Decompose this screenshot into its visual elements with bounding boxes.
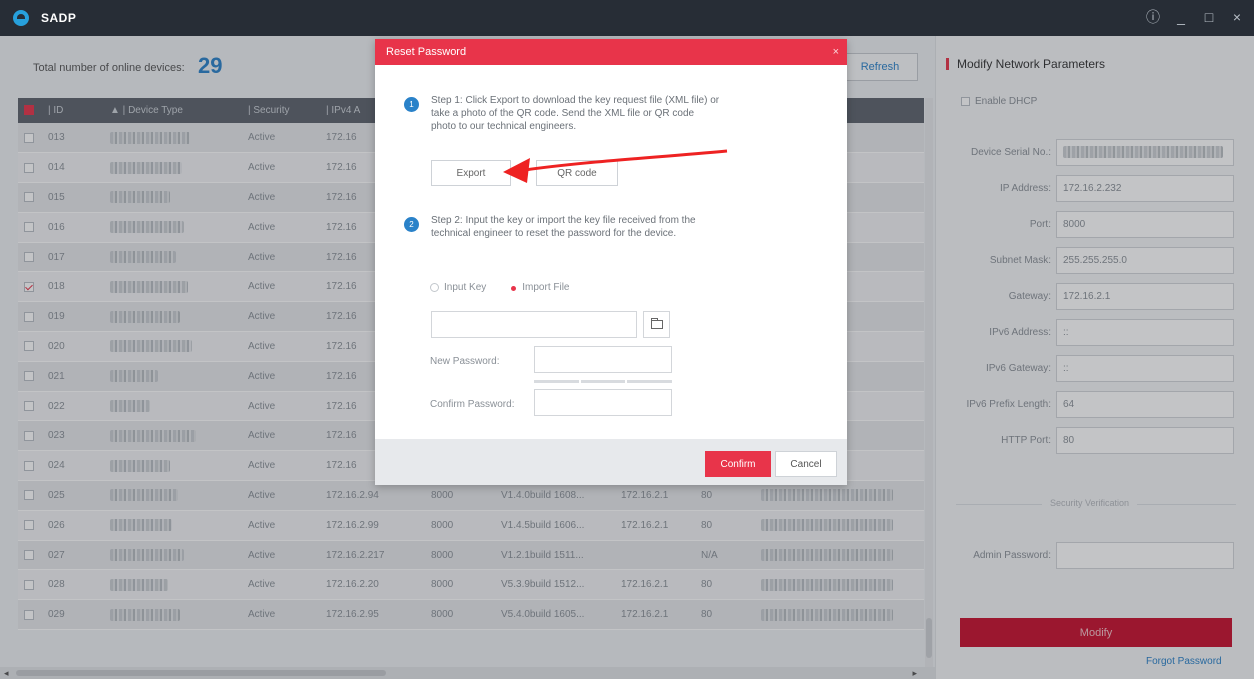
confirm-button[interactable]: Confirm [705, 451, 771, 477]
minimize-icon[interactable]: _ [1174, 9, 1188, 25]
sadp-logo-icon [13, 10, 29, 26]
dialog-header: Reset Password × [375, 39, 847, 65]
close-icon[interactable]: × [1230, 9, 1244, 25]
password-strength-bar [534, 380, 673, 383]
window-controls: ⓘ _ □ × [1146, 9, 1244, 25]
export-button[interactable]: Export [431, 160, 511, 186]
dialog-footer: Confirm Cancel [375, 439, 847, 485]
step1-text: Step 1: Click Export to download the key… [431, 95, 720, 132]
key-source-radio-group: Input Key Import File [430, 282, 570, 293]
confirm-password-input[interactable] [534, 389, 672, 416]
confirm-password-label: Confirm Password: [430, 399, 515, 410]
new-password-label: New Password: [430, 356, 500, 367]
new-password-input[interactable] [534, 346, 672, 373]
title-bar: SADP ⓘ _ □ × [0, 0, 1254, 36]
import-file-radio[interactable]: Import File [508, 282, 570, 293]
step2-text: Step 2: Input the key or import the key … [431, 215, 696, 239]
browse-file-button[interactable] [643, 311, 670, 338]
dialog-close-icon[interactable]: × [833, 39, 839, 65]
input-key-radio[interactable]: Input Key [430, 282, 486, 293]
qr-code-button[interactable]: QR code [536, 160, 618, 186]
cancel-button[interactable]: Cancel [775, 451, 837, 477]
dialog-title: Reset Password [386, 46, 467, 58]
reset-password-dialog: Reset Password × 1 Step 1: Click Export … [375, 39, 847, 485]
app-title: SADP [41, 11, 77, 25]
step1-badge: 1 [404, 97, 419, 112]
step2-badge: 2 [404, 217, 419, 232]
maximize-icon[interactable]: □ [1202, 9, 1216, 25]
folder-icon [650, 318, 663, 329]
key-file-path-input[interactable] [431, 311, 637, 338]
info-icon[interactable]: ⓘ [1146, 9, 1160, 25]
